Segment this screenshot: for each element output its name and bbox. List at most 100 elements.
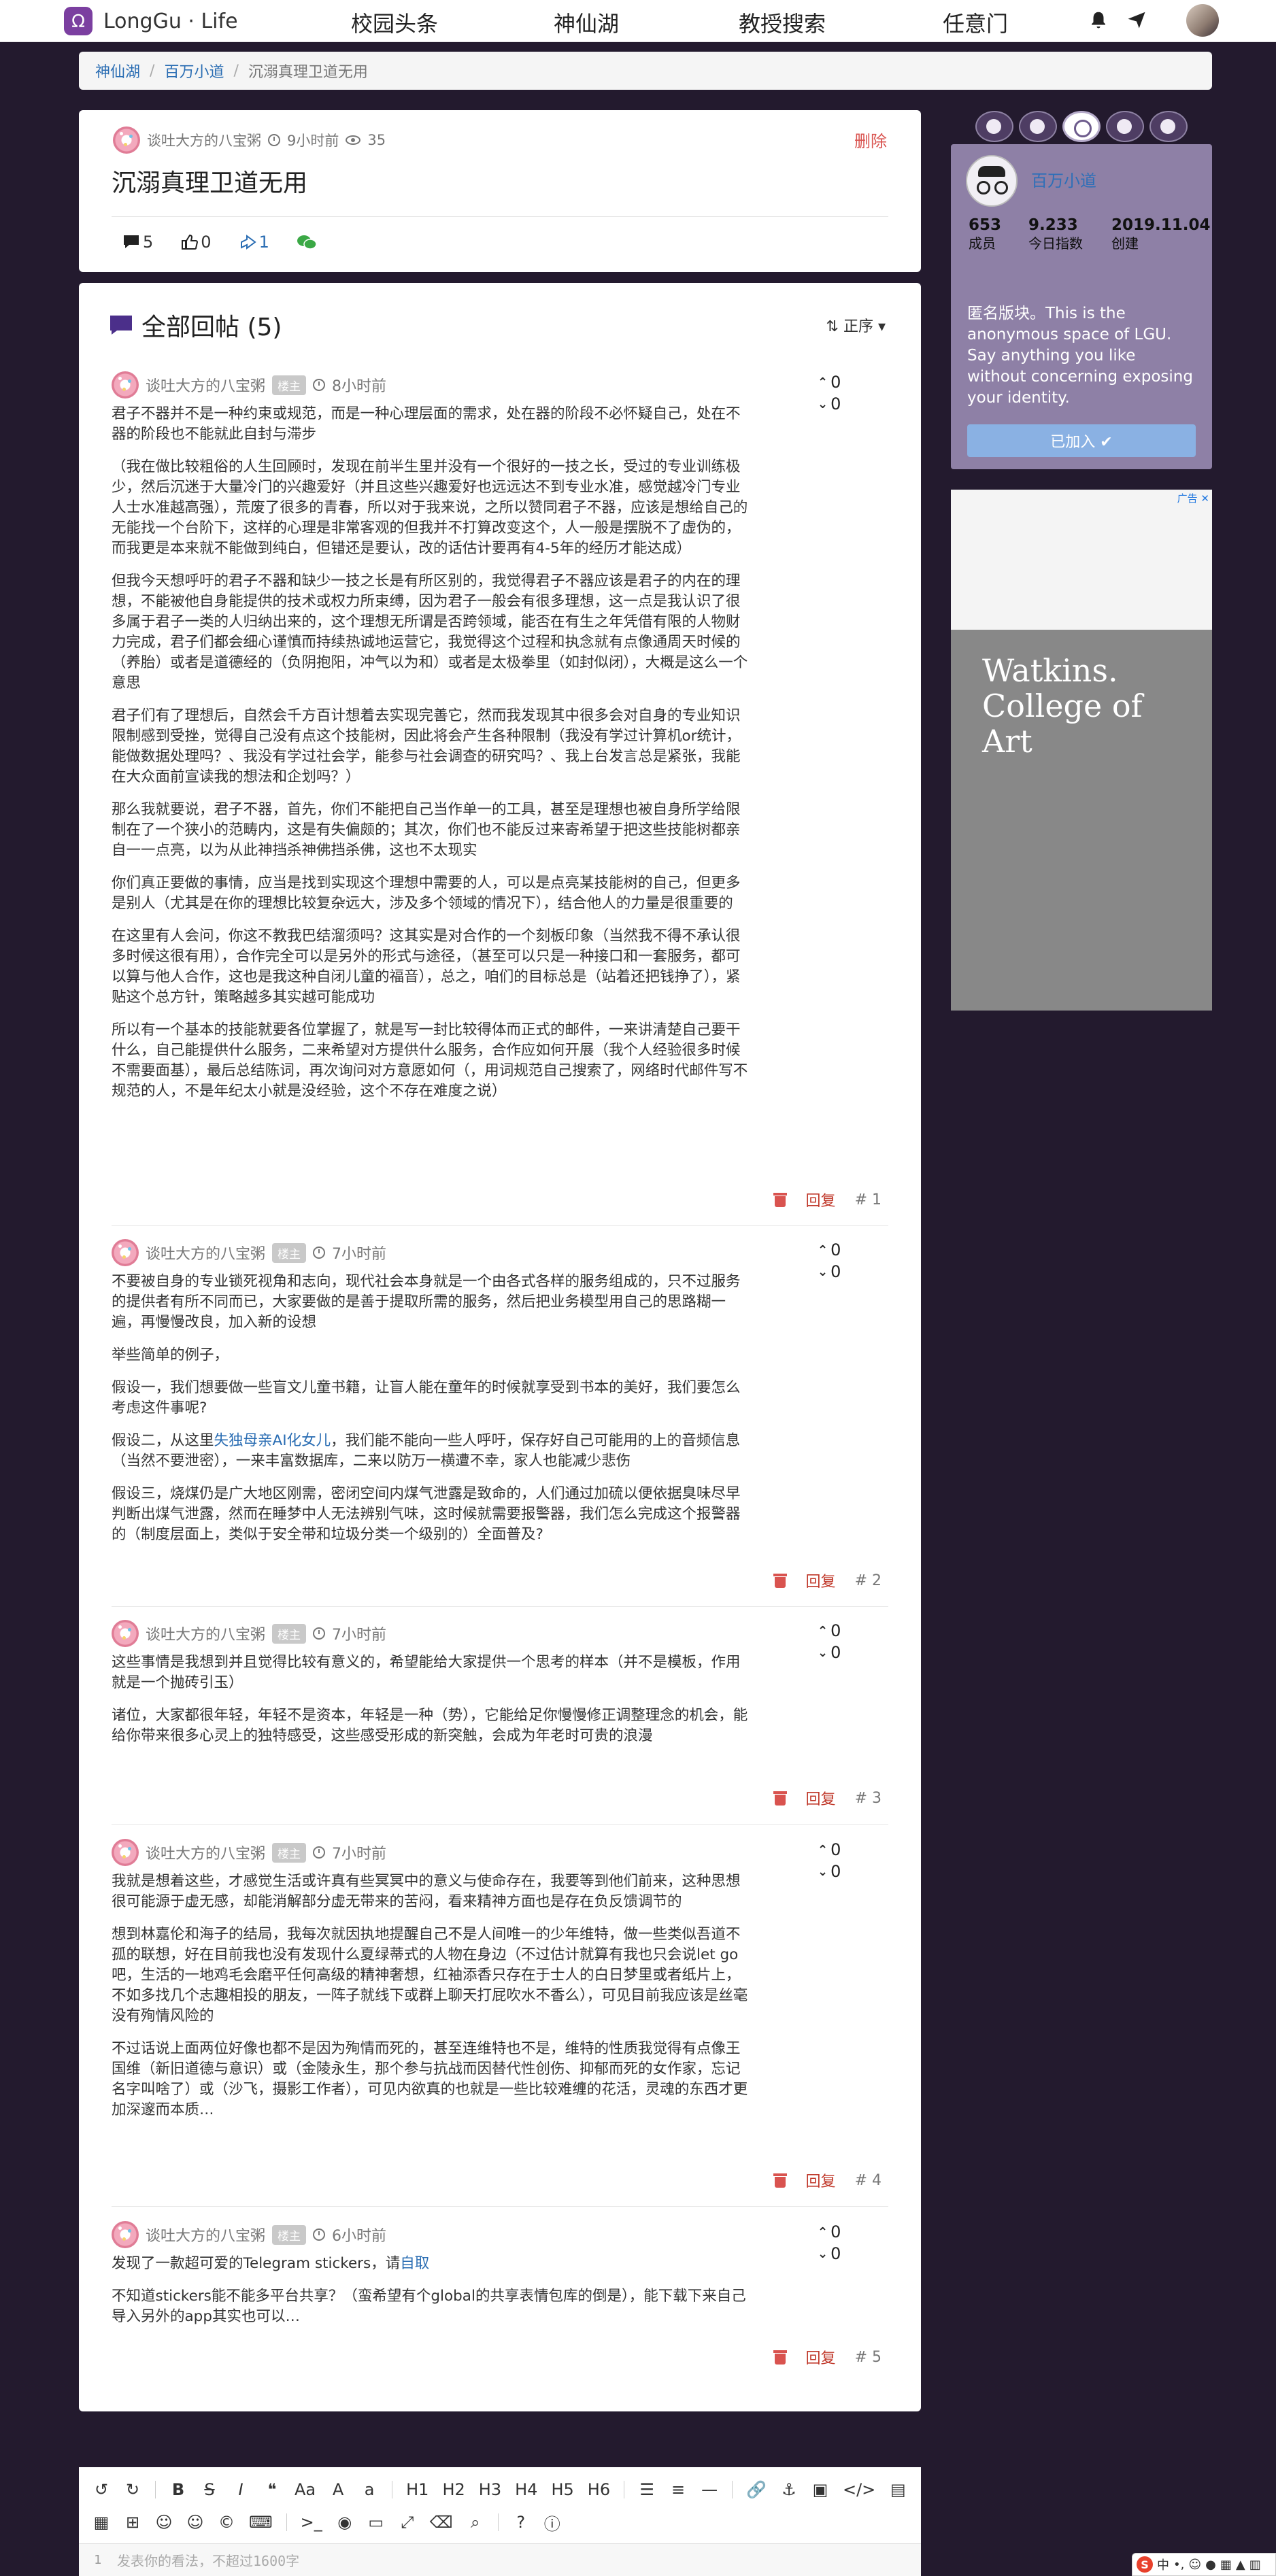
ime-punctuation-icon[interactable]: •, <box>1173 2558 1184 2572</box>
strikethrough-icon[interactable]: S <box>201 2480 218 2499</box>
help-icon[interactable]: ? <box>512 2513 530 2532</box>
html-entities-icon[interactable]: © <box>218 2513 235 2532</box>
heading-3-icon[interactable]: H3 <box>479 2480 501 2499</box>
reply-button[interactable]: 回复 <box>806 1570 836 1591</box>
fullscreen-icon[interactable]: ⤢ <box>399 2513 416 2532</box>
preview-icon[interactable]: ▭ <box>367 2513 385 2532</box>
reply-author[interactable]: 谈吐大方的八宝粥 <box>146 374 265 396</box>
downvote-button[interactable]: ⌄ 0 <box>818 393 856 415</box>
code-icon[interactable]: </> <box>843 2480 875 2499</box>
share-button[interactable]: 1 <box>239 233 269 252</box>
reply-author[interactable]: 谈吐大方的八宝粥 <box>146 1623 265 1644</box>
paper-plane-icon[interactable] <box>1126 10 1147 30</box>
joined-button[interactable]: 已加入 ✔ <box>967 424 1196 457</box>
brand[interactable]: Ω LongGu · Life <box>63 3 238 39</box>
ime-skin-icon[interactable]: ▲ <box>1236 2558 1245 2572</box>
board-tab-icon[interactable] <box>1149 111 1188 142</box>
reply-author[interactable]: 谈吐大方的八宝粥 <box>146 1242 265 1264</box>
undo-icon[interactable]: ↺ <box>93 2480 110 2499</box>
reply-button[interactable]: 回复 <box>806 1787 836 1809</box>
heading-5-icon[interactable]: H5 <box>551 2480 573 2499</box>
ime-keyboard-icon[interactable]: ▦ <box>1220 2558 1232 2572</box>
upvote-button[interactable]: ⌃ 0 <box>818 2221 856 2243</box>
ime-emoji-icon[interactable]: ☺ <box>1188 2558 1201 2572</box>
board-tab-icon[interactable] <box>975 111 1013 142</box>
watch-icon[interactable]: ◉ <box>336 2513 354 2532</box>
anchor-icon[interactable]: ⚓ <box>780 2480 798 2499</box>
italic-icon[interactable]: I <box>232 2480 250 2499</box>
nav-professor-search[interactable]: 教授搜索 <box>739 7 826 38</box>
reply-button[interactable]: 回复 <box>806 2169 836 2191</box>
ime-menu-icon[interactable]: ▥ <box>1249 2558 1261 2572</box>
info-icon[interactable]: ⓘ <box>543 2511 561 2535</box>
board-tab-icon[interactable] <box>1019 111 1057 142</box>
case-icon[interactable]: Aa <box>295 2480 316 2499</box>
user-avatar[interactable] <box>1186 4 1219 37</box>
board-tab-active-icon[interactable] <box>1062 111 1101 142</box>
redo-icon[interactable]: ↻ <box>124 2480 141 2499</box>
lowercase-icon[interactable]: a <box>360 2480 378 2499</box>
trash-icon[interactable] <box>773 1573 787 1588</box>
ad-banner[interactable]: 广告 ✕ Watkins. College of Art <box>951 490 1212 1011</box>
heading-4-icon[interactable]: H4 <box>515 2480 537 2499</box>
ime-mode[interactable]: 中 <box>1157 2556 1169 2573</box>
downvote-button[interactable]: ⌄ 0 <box>818 1861 856 1882</box>
nav-anywhere-door[interactable]: 任意门 <box>943 7 1008 38</box>
delete-post-link[interactable]: 删除 <box>854 128 887 152</box>
heading-1-icon[interactable]: H1 <box>406 2480 429 2499</box>
unordered-list-icon[interactable]: ☰ <box>638 2480 656 2499</box>
upvote-button[interactable]: ⌃ 0 <box>818 1239 856 1261</box>
board-tab-icon[interactable] <box>1106 111 1144 142</box>
breadcrumb-item-shenxianhu[interactable]: 神仙湖 <box>95 60 140 82</box>
trash-icon[interactable] <box>773 2173 787 2188</box>
downvote-button[interactable]: ⌄ 0 <box>818 1261 856 1283</box>
uppercase-icon[interactable]: A <box>329 2480 347 2499</box>
image-icon[interactable]: ▣ <box>811 2480 829 2499</box>
upvote-button[interactable]: ⌃ 0 <box>818 371 856 393</box>
nav-campus-headlines[interactable]: 校园头条 <box>351 7 438 38</box>
inline-link[interactable]: 自取 <box>400 2255 429 2272</box>
inline-link[interactable]: 失独母亲AI化女儿 <box>214 1432 331 1449</box>
datetime-icon[interactable]: ☺ <box>155 2513 173 2532</box>
reply-button[interactable]: 回复 <box>806 2346 836 2368</box>
trash-icon[interactable] <box>773 1791 787 1806</box>
ime-voice-icon[interactable]: ● <box>1205 2558 1216 2572</box>
downvote-button[interactable]: ⌄ 0 <box>818 1642 856 1663</box>
emoji-icon[interactable]: ☺ <box>186 2513 204 2532</box>
clear-icon[interactable]: ⌫ <box>430 2513 453 2532</box>
quote-icon[interactable]: ❝ <box>263 2480 281 2499</box>
bell-icon[interactable] <box>1088 10 1109 30</box>
preformatted-icon[interactable]: ▤ <box>889 2480 907 2499</box>
board-name-link[interactable]: 百万小道 <box>1031 167 1096 191</box>
breadcrumb-item-board[interactable]: 百万小道 <box>164 60 224 82</box>
code-block-icon[interactable]: ▦ <box>93 2513 110 2532</box>
ad-close-label[interactable]: 广告 ✕ <box>1177 491 1209 505</box>
downvote-button[interactable]: ⌄ 0 <box>818 2243 856 2265</box>
horizontal-rule-icon[interactable]: — <box>701 2480 718 2499</box>
reply-author[interactable]: 谈吐大方的八宝粥 <box>146 2224 265 2245</box>
nav-shenxianhu[interactable]: 神仙湖 <box>554 7 619 38</box>
upvote-button[interactable]: ⌃ 0 <box>818 1620 856 1642</box>
trash-icon[interactable] <box>773 1192 787 1207</box>
heading-6-icon[interactable]: H6 <box>588 2480 610 2499</box>
reply-button[interactable]: 回复 <box>806 1189 836 1210</box>
sort-dropdown[interactable]: ⇅ 正序 ▾ <box>826 314 886 336</box>
reply-author[interactable]: 谈吐大方的八宝粥 <box>146 1842 265 1863</box>
trash-icon[interactable] <box>773 2350 787 2365</box>
post-author[interactable]: 谈吐大方的八宝粥 <box>147 130 261 150</box>
page-break-icon[interactable]: ⌨ <box>249 2513 273 2532</box>
comment-count-button[interactable]: 5 <box>122 233 153 252</box>
bold-icon[interactable]: B <box>169 2480 187 2499</box>
ordered-list-icon[interactable]: ≡ <box>669 2480 687 2499</box>
ime-toolbar[interactable]: S 中 •, ☺ ● ▦ ▲ ▥ <box>1132 2553 1276 2576</box>
goto-line-icon[interactable]: >_ <box>301 2513 322 2532</box>
table-icon[interactable]: ⊞ <box>124 2513 141 2532</box>
editor-input-area[interactable]: 1 发表你的看法，不超过1600字 <box>79 2543 921 2576</box>
like-button[interactable]: 0 <box>180 233 212 252</box>
reply-input-placeholder[interactable]: 发表你的看法，不超过1600字 <box>117 2550 299 2570</box>
upvote-button[interactable]: ⌃ 0 <box>818 1839 856 1861</box>
heading-2-icon[interactable]: H2 <box>442 2480 465 2499</box>
link-icon[interactable]: 🔗 <box>746 2480 767 2499</box>
wechat-share-button[interactable] <box>297 234 317 250</box>
search-icon[interactable]: ⌕ <box>467 2513 484 2532</box>
